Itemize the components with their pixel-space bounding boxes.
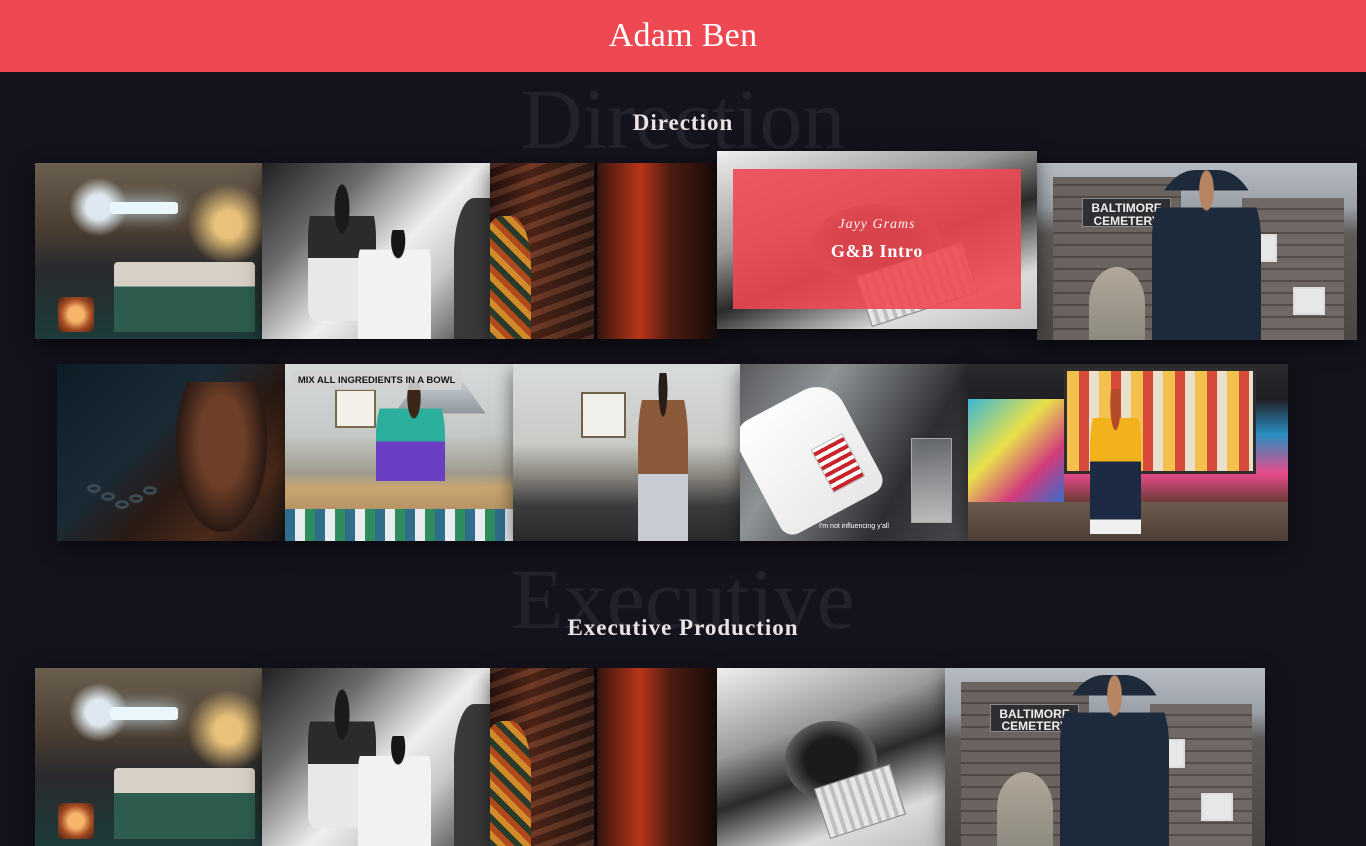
chain-link <box>129 494 143 503</box>
video-subtitle: I'm not influencing y'all <box>819 523 889 531</box>
graffiti-graphic <box>968 399 1064 506</box>
video-artist: Jayy Grams <box>838 216 916 232</box>
milk-jug-graphic <box>740 376 888 540</box>
chain-link <box>101 492 115 501</box>
person-graphic <box>490 721 531 846</box>
glass-graphic <box>911 438 953 524</box>
wall-frame <box>335 388 377 428</box>
film-stripe <box>594 668 598 846</box>
site-header: Adam Ben <box>0 0 1366 72</box>
executive-heading: Executive Production <box>567 615 799 640</box>
bed-graphic <box>114 767 256 839</box>
chain-link <box>87 484 101 493</box>
person-graphic <box>1152 170 1261 340</box>
video-tile-gb-intro-hover[interactable]: Jayy Grams G&B Intro <box>717 151 1037 329</box>
direction-heading: Direction <box>632 110 734 135</box>
tablecloth-graphic <box>285 509 513 541</box>
person-graphic <box>1089 388 1141 534</box>
hover-overlay: Jayy Grams G&B Intro <box>733 169 1021 309</box>
video-tile-chains[interactable] <box>57 364 285 541</box>
bed-graphic <box>114 261 256 332</box>
person-graphic <box>490 215 531 339</box>
video-tile-red-film[interactable] <box>490 163 717 339</box>
person-graphic <box>376 381 445 515</box>
video-tile-bedroom[interactable] <box>35 163 262 339</box>
person-graphic <box>175 381 267 533</box>
direction-row-1 <box>35 163 717 339</box>
site-title[interactable]: Adam Ben <box>609 17 758 55</box>
video-tile-bw-portrait[interactable] <box>262 163 490 339</box>
ceiling-light <box>109 201 178 215</box>
video-tile-baltimore-cemetery[interactable]: BALTIMORE CEMETERY <box>1037 163 1357 340</box>
video-tile-baltimore-cemetery[interactable]: BALTIMORE CEMETERY <box>945 668 1265 846</box>
person-graphic <box>453 198 490 339</box>
lamp-graphic <box>57 296 94 332</box>
window-graphic <box>1293 286 1325 316</box>
video-tile-milk[interactable]: I'm not influencing y'all <box>740 364 968 541</box>
person-graphic <box>357 229 431 339</box>
video-title: G&B Intro <box>830 240 924 261</box>
direction-row-2: MIX ALL INGREDIENTS IN A BOWL I'm not in… <box>57 364 1288 541</box>
video-tile-bw-portrait[interactable] <box>262 668 490 846</box>
chain-link <box>143 486 157 495</box>
person-graphic <box>1060 675 1169 846</box>
video-tile-bedroom[interactable] <box>35 668 262 846</box>
ceiling-light <box>109 707 178 720</box>
lamp-graphic <box>57 803 94 839</box>
video-caption: MIX ALL INGREDIENTS IN A BOWL <box>291 371 462 391</box>
video-tile-kitchen[interactable] <box>513 364 740 541</box>
video-tile-money[interactable] <box>717 668 945 846</box>
film-stripe <box>594 163 598 339</box>
wall-frame <box>581 392 627 439</box>
person-graphic <box>637 372 688 541</box>
video-tile-cooking[interactable]: MIX ALL INGREDIENTS IN A BOWL <box>285 364 513 541</box>
video-tile-red-film[interactable] <box>490 668 717 846</box>
person-graphic <box>357 735 431 846</box>
chain-link <box>115 500 129 509</box>
executive-row-1: BALTIMORE CEMETERY <box>35 668 1265 846</box>
person-graphic <box>453 703 490 846</box>
window-graphic <box>1201 792 1233 822</box>
video-tile-graffiti[interactable] <box>968 364 1288 541</box>
